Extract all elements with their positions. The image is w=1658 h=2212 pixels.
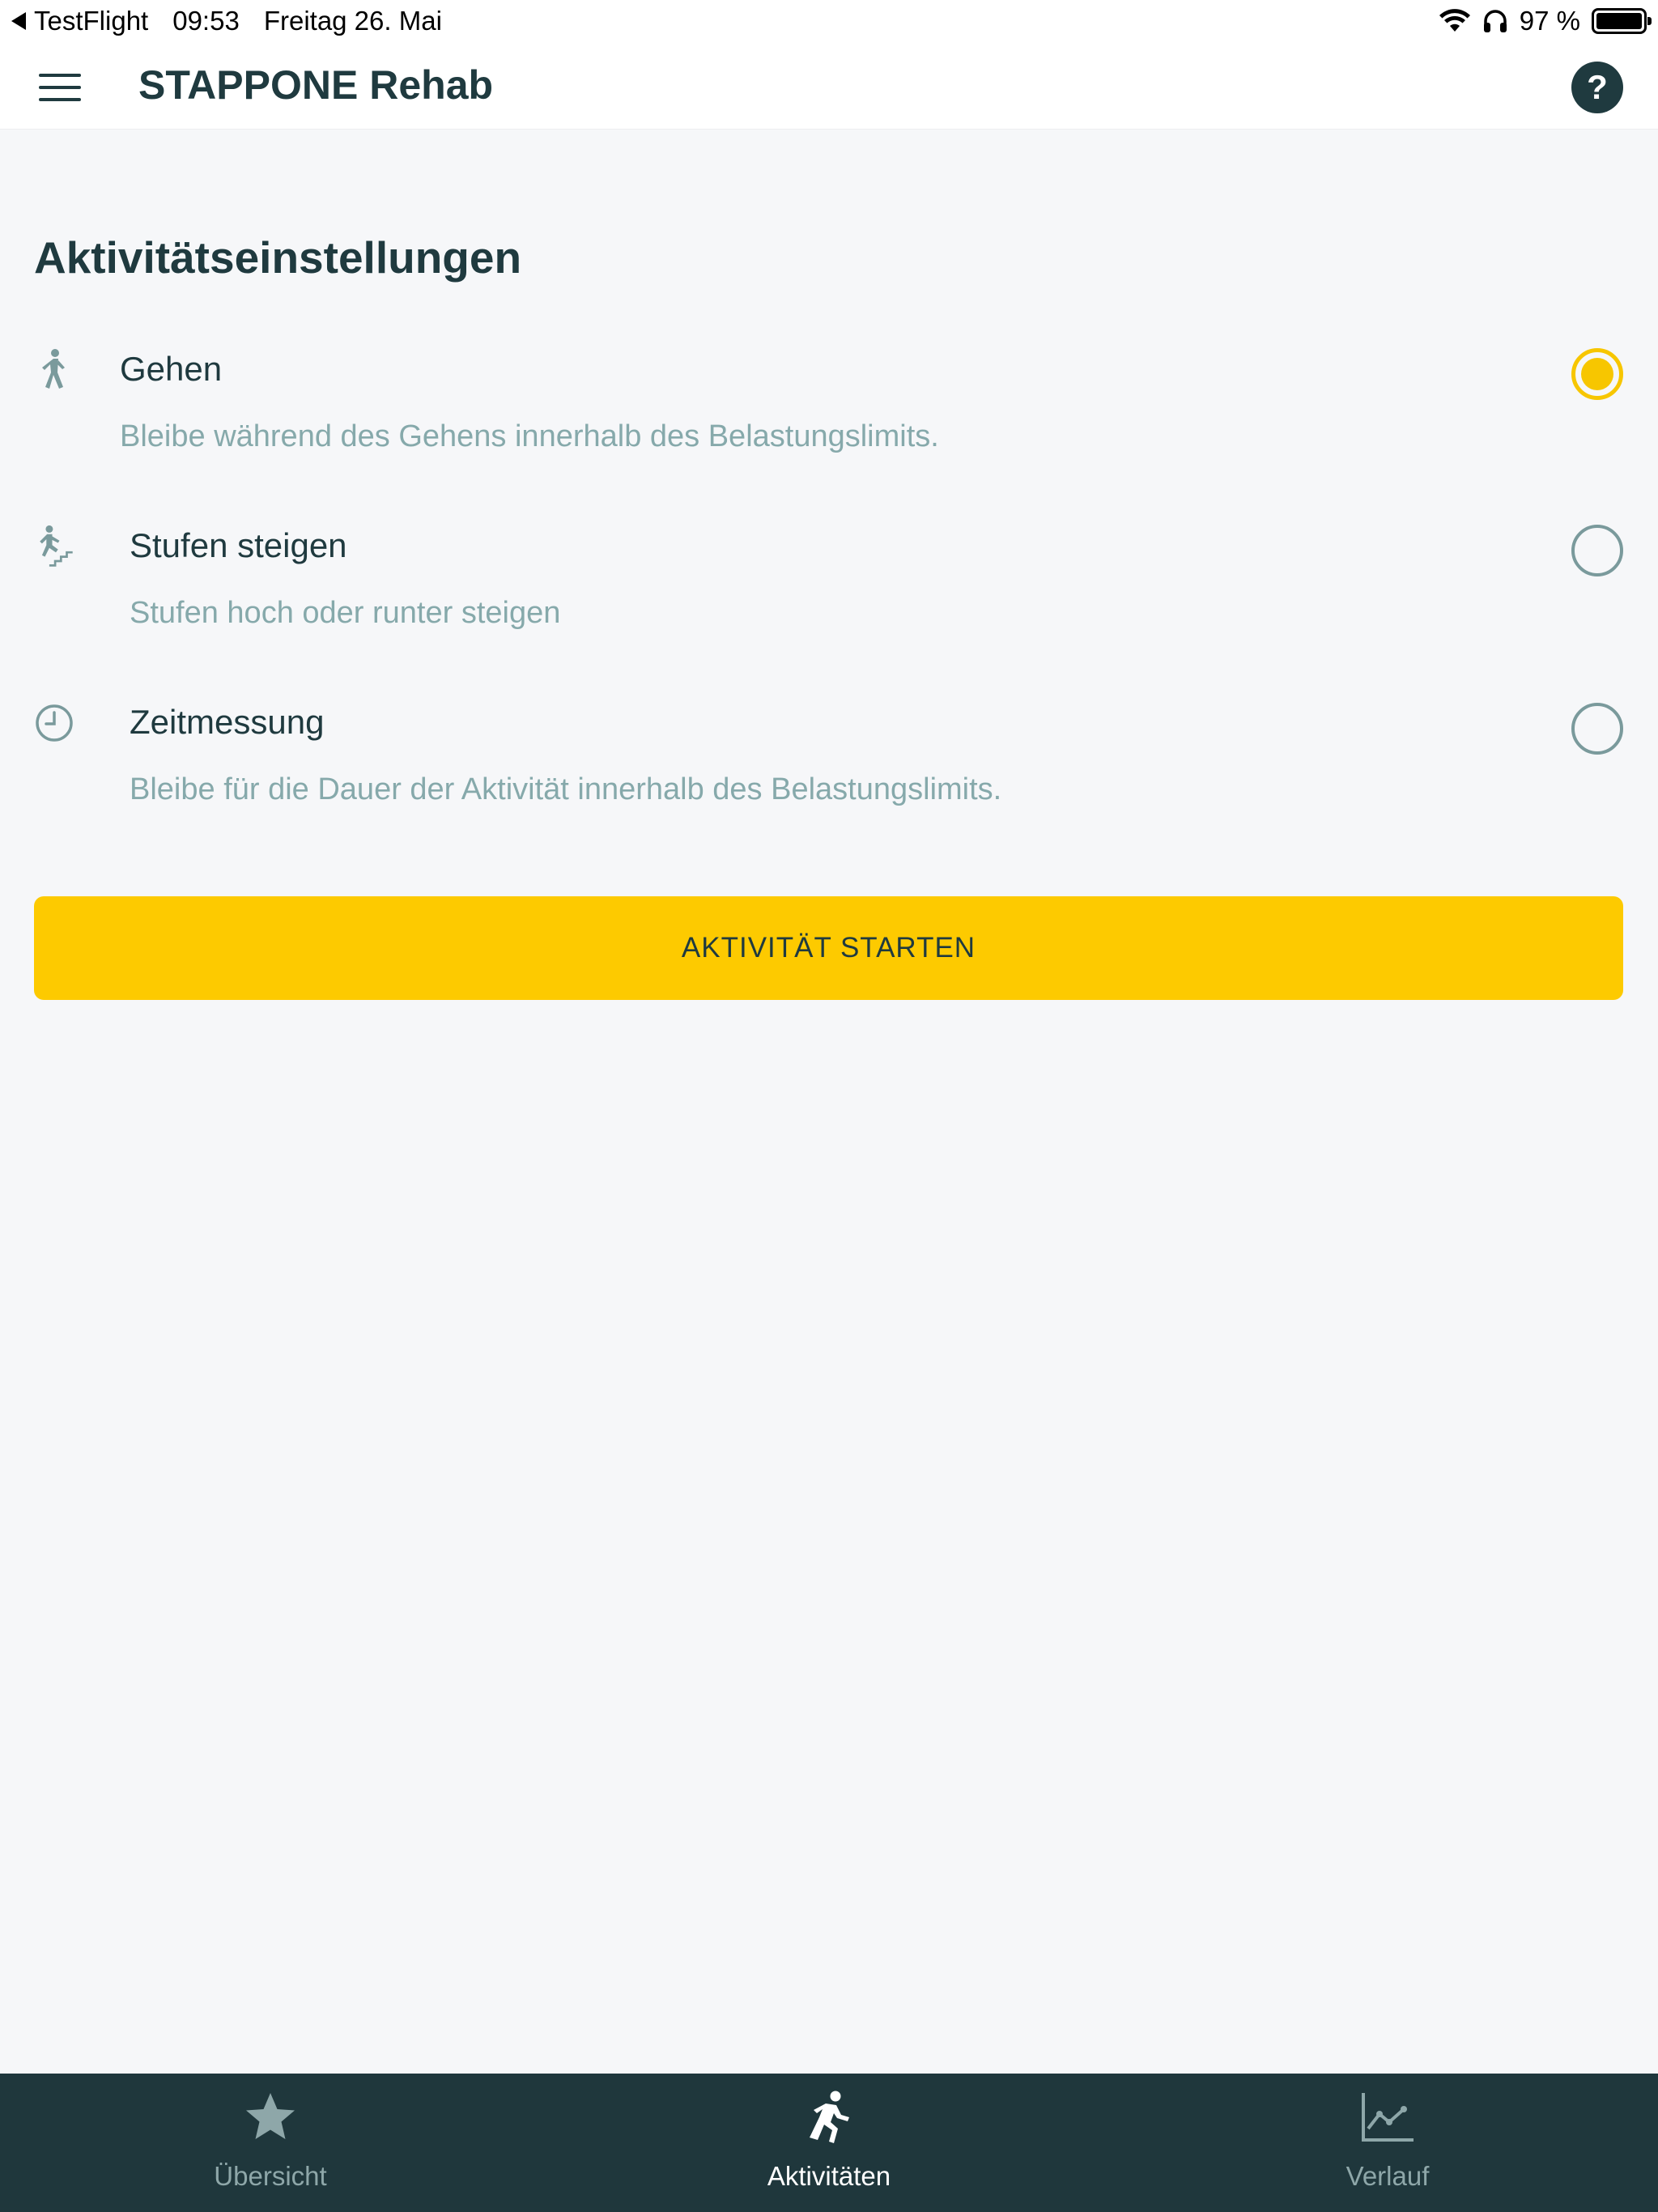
status-bar: TestFlight 09:53 Freitag 26. Mai 97 % <box>0 0 1658 42</box>
back-app-label[interactable]: TestFlight <box>34 6 148 36</box>
chart-icon <box>1362 2093 1414 2142</box>
option-label: Gehen <box>120 350 223 388</box>
app-header: STAPPONE Rehab ? <box>0 42 1658 130</box>
battery-percent: 97 % <box>1519 6 1580 36</box>
tab-label: Verlauf <box>1346 2161 1430 2191</box>
radio-stufen-steigen[interactable] <box>1571 525 1623 576</box>
radio-gehen[interactable] <box>1571 348 1623 400</box>
wifi-icon <box>1439 9 1470 32</box>
help-button[interactable]: ? <box>1571 62 1623 113</box>
tab-aktivitaeten[interactable]: Aktivitäten <box>708 2074 950 2212</box>
option-zeitmessung[interactable]: Zeitmessung Bleibe für die Dauer der Akt… <box>0 688 1658 850</box>
option-stufen-steigen[interactable]: Stufen steigen Stufen hoch oder runter s… <box>0 510 1658 672</box>
start-activity-button[interactable]: AKTIVITÄT STARTEN <box>34 896 1623 1000</box>
tab-verlauf[interactable]: Verlauf <box>1266 2074 1509 2212</box>
headphones-icon <box>1483 10 1507 32</box>
hamburger-menu-icon[interactable] <box>39 74 81 101</box>
clock-icon <box>36 704 73 742</box>
status-left: TestFlight 09:53 Freitag 26. Mai <box>11 6 442 36</box>
tab-uebersicht[interactable]: Übersicht <box>149 2074 392 2212</box>
running-icon <box>810 2091 849 2143</box>
tab-label: Aktivitäten <box>767 2161 891 2191</box>
option-label: Zeitmessung <box>130 703 325 741</box>
status-time: 09:53 <box>172 6 240 36</box>
option-description: Bleibe für die Dauer der Aktivität inner… <box>130 772 1002 806</box>
tab-bar: Übersicht Aktivitäten Verlauf <box>0 2074 1658 2212</box>
section-title: Aktivitätseinstellungen <box>34 232 522 283</box>
stairs-icon <box>40 525 73 567</box>
option-gehen[interactable]: Gehen Bleibe während des Gehens innerhal… <box>0 332 1658 494</box>
app-title: STAPPONE Rehab <box>138 62 494 108</box>
option-label: Stufen steigen <box>130 526 347 564</box>
battery-icon <box>1592 8 1652 34</box>
star-icon <box>246 2093 295 2139</box>
status-date: Freitag 26. Mai <box>263 6 442 36</box>
back-arrow-icon[interactable] <box>11 12 26 30</box>
option-description: Stufen hoch oder runter steigen <box>130 596 561 630</box>
option-description: Bleibe während des Gehens innerhalb des … <box>120 419 939 453</box>
radio-zeitmessung[interactable] <box>1571 703 1623 755</box>
tab-label: Übersicht <box>214 2161 327 2191</box>
walking-icon <box>42 349 65 389</box>
status-right: 97 % <box>1439 6 1652 36</box>
